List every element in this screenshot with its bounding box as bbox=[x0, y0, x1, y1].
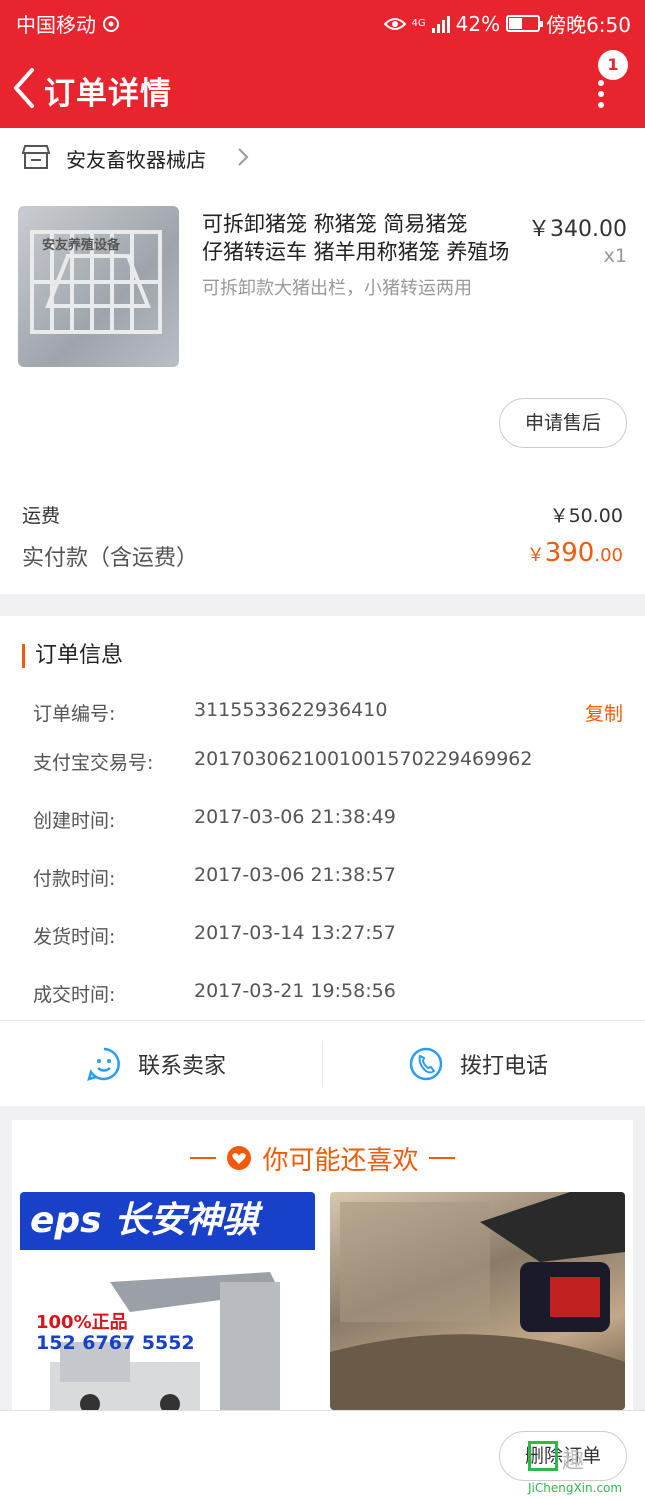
recommend-item-2[interactable] bbox=[330, 1192, 625, 1410]
phone-icon bbox=[409, 1047, 443, 1080]
info-label: 成交时间: bbox=[33, 984, 116, 1006]
info-row-completed: 成交时间: 2017-03-21 19:58:56 bbox=[0, 980, 645, 1010]
watermark-url: JiChengXin.com bbox=[528, 1481, 623, 1495]
heart-icon bbox=[227, 1146, 252, 1170]
order-info-title: 订单信息 bbox=[22, 644, 123, 668]
carrier-name: 中国移动 bbox=[16, 13, 96, 37]
freight-label: 运费 bbox=[22, 505, 61, 527]
battery-percent: 42% bbox=[455, 11, 501, 36]
sync-icon bbox=[103, 15, 119, 32]
watermark-box-icon bbox=[528, 1441, 558, 1471]
contact-seller-button[interactable]: 联系卖家 bbox=[86, 1021, 226, 1106]
copy-button[interactable]: 复制 bbox=[585, 699, 623, 726]
info-value: 2017030621001001570229469962 bbox=[194, 748, 533, 770]
signal-icon bbox=[431, 15, 450, 33]
recommend-item-1[interactable]: eps 长安神骐 100%正品 152 6767 5552 bbox=[20, 1192, 315, 1410]
chevron-left-icon bbox=[14, 68, 34, 108]
product-title-line2: 仔猪转运车 猪羊用称猪笼 养殖场 bbox=[202, 240, 510, 264]
product-title-line1: 可拆卸猪笼 称猪笼 简易猪笼 bbox=[202, 212, 468, 236]
info-label: 付款时间: bbox=[33, 868, 116, 890]
network-type: 4G bbox=[411, 18, 426, 29]
clock: 傍晚6:50 bbox=[546, 13, 631, 37]
eye-icon bbox=[383, 17, 406, 30]
info-label: 创建时间: bbox=[33, 810, 116, 832]
product-price: ￥340.00 bbox=[528, 217, 627, 242]
decor-line-left bbox=[190, 1157, 217, 1159]
info-row-shipped: 发货时间: 2017-03-14 13:27:57 bbox=[0, 922, 645, 952]
steering-column-image bbox=[50, 1272, 280, 1410]
order-info-card: 订单信息 订单编号: 3115533622936410 复制 支付宝交易号: 2… bbox=[0, 616, 645, 1106]
shop-link[interactable]: 安友畜牧器械店 bbox=[0, 128, 645, 186]
info-label: 支付宝交易号: bbox=[33, 752, 154, 774]
info-row-paid: 付款时间: 2017-03-06 21:38:57 bbox=[0, 864, 645, 894]
paid-decimal: .00 bbox=[594, 545, 623, 566]
info-row-alipay-number: 支付宝交易号: 2017030621001001570229469962 bbox=[0, 748, 645, 778]
order-card: 安友畜牧器械店 安友养殖设备 可拆卸猪笼 称猪笼 简易猪笼 仔猪转运车 猪羊用称… bbox=[0, 128, 645, 594]
store-icon bbox=[22, 145, 50, 169]
item1-note: 100%正品 bbox=[36, 1312, 128, 1333]
watermark-logo: 趣 JiChengXin.com bbox=[528, 1441, 640, 1497]
paid-label: 实付款（含运费） bbox=[22, 546, 199, 571]
vertical-divider bbox=[322, 1041, 323, 1087]
shop-name: 安友畜牧器械店 bbox=[66, 148, 206, 172]
product-image-caption: 安友养殖设备 bbox=[42, 238, 121, 253]
more-vertical-icon bbox=[598, 80, 604, 113]
call-phone-label: 拨打电话 bbox=[460, 1053, 549, 1079]
chat-smile-icon bbox=[87, 1047, 120, 1081]
info-label: 发货时间: bbox=[33, 926, 116, 948]
info-value: 2017-03-14 13:27:57 bbox=[194, 922, 396, 944]
page-title: 订单详情 bbox=[44, 76, 172, 112]
info-row-order-number: 订单编号: 3115533622936410 复制 bbox=[0, 699, 645, 729]
message-badge: 1 bbox=[598, 50, 628, 80]
product-image[interactable]: 安友养殖设备 bbox=[18, 206, 179, 367]
recommend-panel: 你可能还喜欢 eps 长安神骐 100%正品 152 6767 5552 bbox=[12, 1120, 633, 1410]
call-phone-button[interactable]: 拨打电话 bbox=[408, 1021, 548, 1106]
contact-seller-label: 联系卖家 bbox=[138, 1053, 227, 1079]
cage-image bbox=[30, 230, 162, 334]
info-row-created: 创建时间: 2017-03-06 21:38:49 bbox=[0, 806, 645, 836]
product-variant: 可拆卸款大猪出栏，小猪转运两用 bbox=[202, 278, 472, 299]
paid-integer: 390 bbox=[544, 538, 595, 568]
info-value: 2017-03-21 19:58:56 bbox=[194, 980, 396, 1002]
spray-bottle-image bbox=[330, 1192, 625, 1410]
freight-value: ￥50.00 bbox=[549, 505, 623, 527]
info-value: 2017-03-06 21:38:57 bbox=[194, 864, 396, 886]
info-label: 订单编号: bbox=[33, 703, 116, 725]
battery-icon bbox=[506, 15, 544, 32]
app-header: 中国移动 4G 42% 傍晚6:50 订单详情 1 bbox=[0, 0, 645, 128]
back-button[interactable] bbox=[8, 64, 42, 112]
decor-line-right bbox=[428, 1157, 455, 1159]
contact-row: 联系卖家 拨打电话 bbox=[0, 1021, 645, 1106]
status-bar: 中国移动 4G 42% 傍晚6:50 bbox=[0, 0, 645, 44]
navbar: 订单详情 bbox=[0, 58, 645, 118]
after-sale-button[interactable]: 申请售后 bbox=[499, 398, 627, 448]
recommend-title: 你可能还喜欢 bbox=[262, 1145, 419, 1176]
recommend-section: 你可能还喜欢 eps 长安神骐 100%正品 152 6767 5552 bbox=[0, 1106, 645, 1410]
info-value: 2017-03-06 21:38:49 bbox=[194, 806, 396, 828]
product-title[interactable]: 可拆卸猪笼 称猪笼 简易猪笼 仔猪转运车 猪羊用称猪笼 养殖场 bbox=[202, 210, 516, 266]
info-value: 3115533622936410 bbox=[194, 699, 388, 721]
paid-amount: ￥390.00 bbox=[527, 538, 623, 568]
bottom-action-bar: 删除订单 趣 JiChengXin.com bbox=[0, 1410, 645, 1500]
paid-currency: ￥ bbox=[526, 545, 545, 566]
product-quantity: x1 bbox=[603, 245, 627, 267]
recommend-header: 你可能还喜欢 bbox=[12, 1138, 633, 1178]
chevron-right-icon bbox=[238, 148, 249, 166]
watermark-text: 趣 bbox=[562, 1449, 585, 1474]
item1-phone: 152 6767 5552 bbox=[36, 1332, 195, 1354]
